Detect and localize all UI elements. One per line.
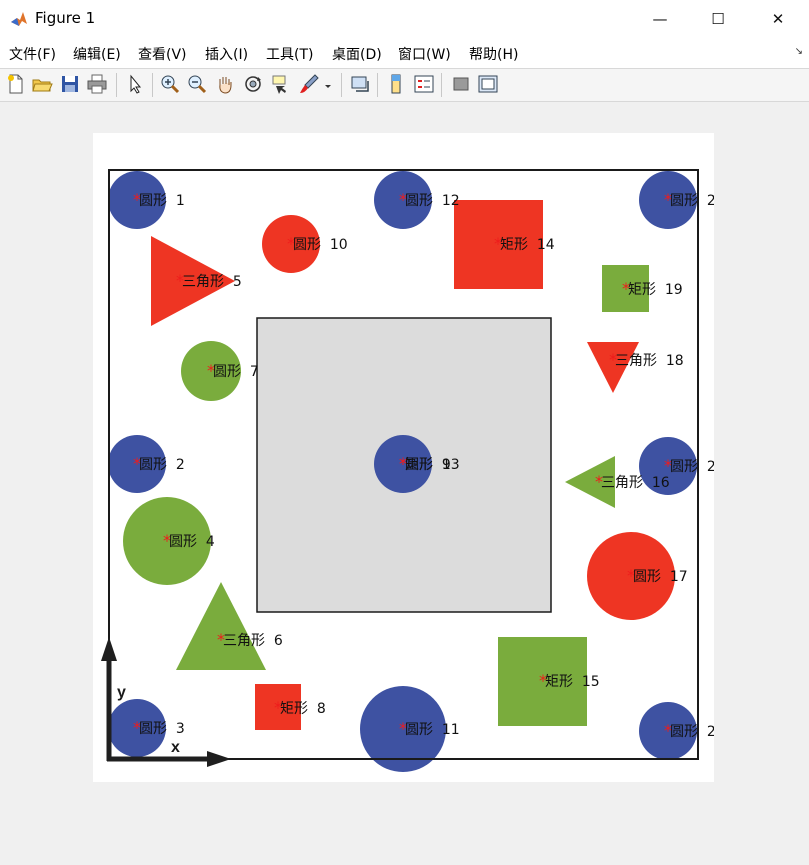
hide-plot-tools-icon[interactable] [450, 73, 472, 95]
x-arrow-head-icon [207, 751, 231, 767]
toolbar-separator [341, 73, 342, 97]
shape-label-11: 圆形 11 [405, 722, 460, 738]
figure-canvas: * 矩形 9 * 圆形 1 * 圆形 2 * 圆形 3 * 圆形 4 * 三角形 5 * 三角形 6 * 圆形… [93, 133, 714, 782]
title-bar: Figure 1 — ☐ ✕ [0, 0, 809, 38]
figure-toolbar [0, 68, 809, 102]
menu-edit[interactable]: 编辑(E) [73, 44, 121, 64]
window-title: Figure 1 [35, 9, 96, 27]
shape-label-6: 三角形 6 [223, 633, 283, 649]
zoom-in-icon[interactable] [159, 73, 181, 95]
menu-window[interactable]: 窗口(W) [398, 44, 451, 64]
rotate-3d-icon[interactable] [242, 73, 264, 95]
shape-label-7: 圆形 7 [213, 364, 259, 380]
new-figure-icon[interactable] [5, 73, 27, 95]
menu-file[interactable]: 文件(F) [9, 44, 56, 64]
figure-plot: *矩形 9*圆形 1*圆形 2*圆形 3*圆形 4*三角形 5*三角形 6*圆形… [101, 169, 714, 772]
y-arrow-head-icon [101, 637, 117, 661]
shape-label-1: 圆形 1 [139, 193, 185, 209]
shape-label-20: 圆形 20 [670, 724, 714, 740]
toolbar-separator [116, 73, 117, 97]
toolbar-separator [377, 73, 378, 97]
shape-label-2: 圆形 2 [139, 457, 185, 473]
link-plot-icon[interactable] [349, 73, 371, 95]
shape-label-13: 圆形 13 [405, 457, 460, 473]
dock-arrow-icon[interactable]: ↘ [795, 46, 803, 57]
select-arrow-icon[interactable] [124, 73, 146, 95]
maximize-button[interactable]: ☐ [689, 0, 747, 38]
print-icon[interactable] [86, 73, 108, 95]
triangle-6 [176, 582, 266, 670]
shape-label-22: 圆形 22 [670, 459, 714, 475]
colorbar-icon[interactable] [385, 73, 407, 95]
minimize-icon: — [652, 10, 668, 28]
shape-label-19: 矩形 19 [628, 282, 683, 298]
show-plot-tools-icon[interactable] [477, 73, 499, 95]
menu-help[interactable]: 帮助(H) [469, 44, 518, 64]
zoom-out-icon[interactable] [186, 73, 208, 95]
menu-bar: 文件(F) 编辑(E) 查看(V) 插入(I) 工具(T) 桌面(D) 窗口(W… [0, 38, 809, 68]
x-axis-label: x [171, 739, 180, 756]
y-axis-label: y [117, 684, 126, 701]
shape-label-16: 三角形 16 [601, 475, 670, 491]
legend-icon[interactable] [413, 73, 435, 95]
shape-label-5: 三角形 5 [182, 274, 242, 290]
pan-hand-icon[interactable] [214, 73, 236, 95]
shape-label-15: 矩形 15 [545, 674, 600, 690]
shape-label-10: 圆形 10 [293, 237, 348, 253]
toolbar-separator [441, 73, 442, 97]
data-cursor-icon[interactable] [270, 73, 292, 95]
toolbar-separator [152, 73, 153, 97]
menu-tools[interactable]: 工具(T) [266, 44, 313, 64]
maximize-icon: ☐ [711, 10, 725, 28]
menu-insert[interactable]: 插入(I) [205, 44, 248, 64]
brush-dropdown-icon[interactable] [322, 73, 334, 95]
shape-label-8: 矩形 8 [280, 701, 326, 717]
shape-label-21: 圆形 21 [670, 193, 714, 209]
shape-label-18: 三角形 18 [615, 353, 684, 369]
open-file-icon[interactable] [31, 73, 53, 95]
close-button[interactable]: ✕ [749, 0, 807, 38]
shape-label-3: 圆形 3 [139, 721, 185, 737]
shape-label-12: 圆形 12 [405, 193, 460, 209]
minimize-button[interactable]: — [631, 0, 689, 38]
shape-label-17: 圆形 17 [633, 569, 688, 585]
close-icon: ✕ [771, 10, 785, 28]
brush-icon[interactable] [298, 73, 320, 95]
matlab-logo-icon [11, 12, 27, 26]
save-icon[interactable] [59, 73, 81, 95]
menu-desktop[interactable]: 桌面(D) [332, 44, 382, 64]
shape-label-4: 圆形 4 [169, 534, 215, 550]
menu-view[interactable]: 查看(V) [138, 44, 187, 64]
shape-label-14: 矩形 14 [500, 237, 555, 253]
